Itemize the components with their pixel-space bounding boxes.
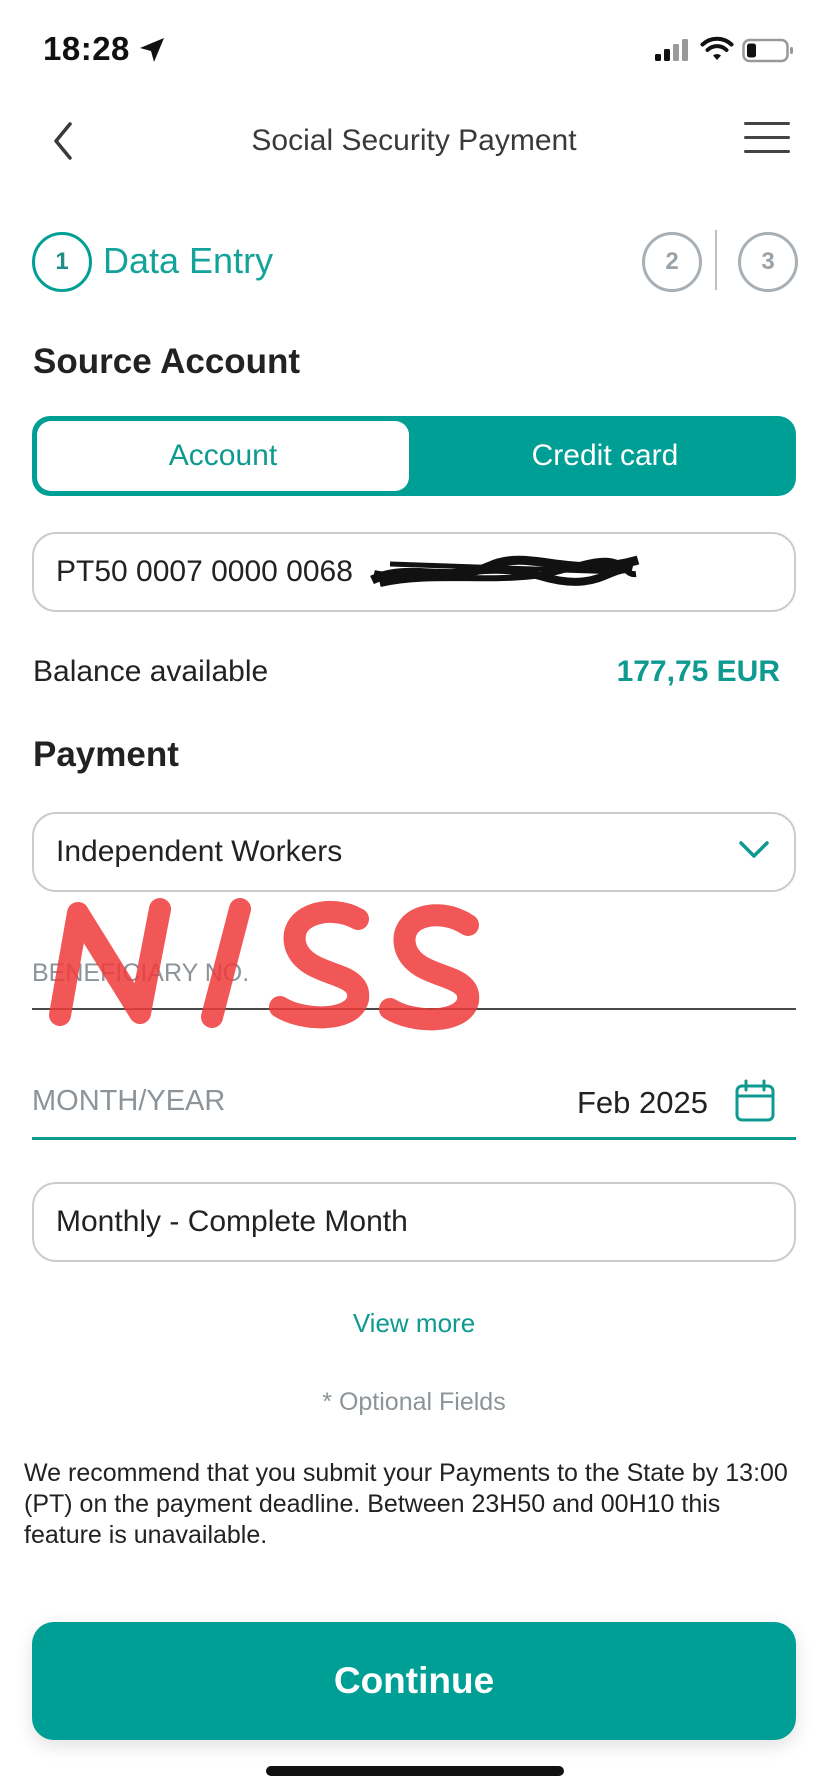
- cellular-signal-icon: [655, 39, 688, 61]
- status-time: 18:28: [43, 30, 130, 67]
- home-indicator: [266, 1766, 564, 1776]
- month-year-value: Feb 2025: [577, 1085, 708, 1120]
- location-arrow-icon: [140, 38, 164, 62]
- tab-account[interactable]: Account: [37, 421, 409, 491]
- calendar-icon[interactable]: [734, 1079, 776, 1123]
- payment-type-value: Independent Workers: [56, 835, 343, 868]
- social-security-payment-screen: 18:28 Social Security Payment 1 Data Ent…: [0, 0, 828, 1792]
- source-account-heading: Source Account: [33, 342, 301, 381]
- step-2-number: 2: [665, 248, 679, 275]
- step-3-indicator: 3: [738, 232, 798, 292]
- step-divider: [715, 230, 717, 290]
- month-year-field[interactable]: MONTH/YEAR Feb 2025: [32, 1075, 796, 1147]
- balance-label: Balance available: [33, 655, 269, 688]
- step-1-label: Data Entry: [103, 240, 274, 281]
- chevron-down-icon: [739, 841, 769, 858]
- month-year-label: MONTH/YEAR: [32, 1085, 226, 1117]
- redaction-scribble: [370, 555, 640, 587]
- balance-value: 177,75 EUR: [616, 655, 780, 688]
- step-1-indicator: 1: [32, 232, 92, 292]
- page-title: Social Security Payment: [251, 124, 577, 157]
- step-1-number: 1: [55, 248, 69, 275]
- wifi-icon: [700, 36, 734, 60]
- month-year-underline: [32, 1137, 796, 1140]
- deadline-recommendation-text: We recommend that you submit your Paymen…: [24, 1459, 788, 1549]
- step-2-indicator: 2: [642, 232, 702, 292]
- step-3-number: 3: [761, 248, 775, 275]
- view-more-link[interactable]: View more: [0, 1308, 828, 1339]
- payment-type-dropdown[interactable]: Independent Workers: [32, 812, 796, 892]
- optional-fields-note: * Optional Fields: [322, 1388, 506, 1416]
- tab-credit-card[interactable]: Credit card: [414, 416, 796, 496]
- source-type-segmented-control: Account Credit card: [32, 416, 796, 496]
- hamburger-menu-icon[interactable]: [744, 122, 790, 158]
- payment-heading: Payment: [33, 735, 179, 774]
- payment-period-field[interactable]: Monthly - Complete Month: [32, 1182, 796, 1262]
- payment-period-value: Monthly - Complete Month: [56, 1205, 408, 1238]
- handwritten-niss-annotation: [49, 898, 480, 1031]
- battery-icon: [742, 38, 793, 63]
- account-number: PT50 0007 0000 0068: [56, 555, 353, 588]
- continue-button[interactable]: Continue: [32, 1622, 796, 1740]
